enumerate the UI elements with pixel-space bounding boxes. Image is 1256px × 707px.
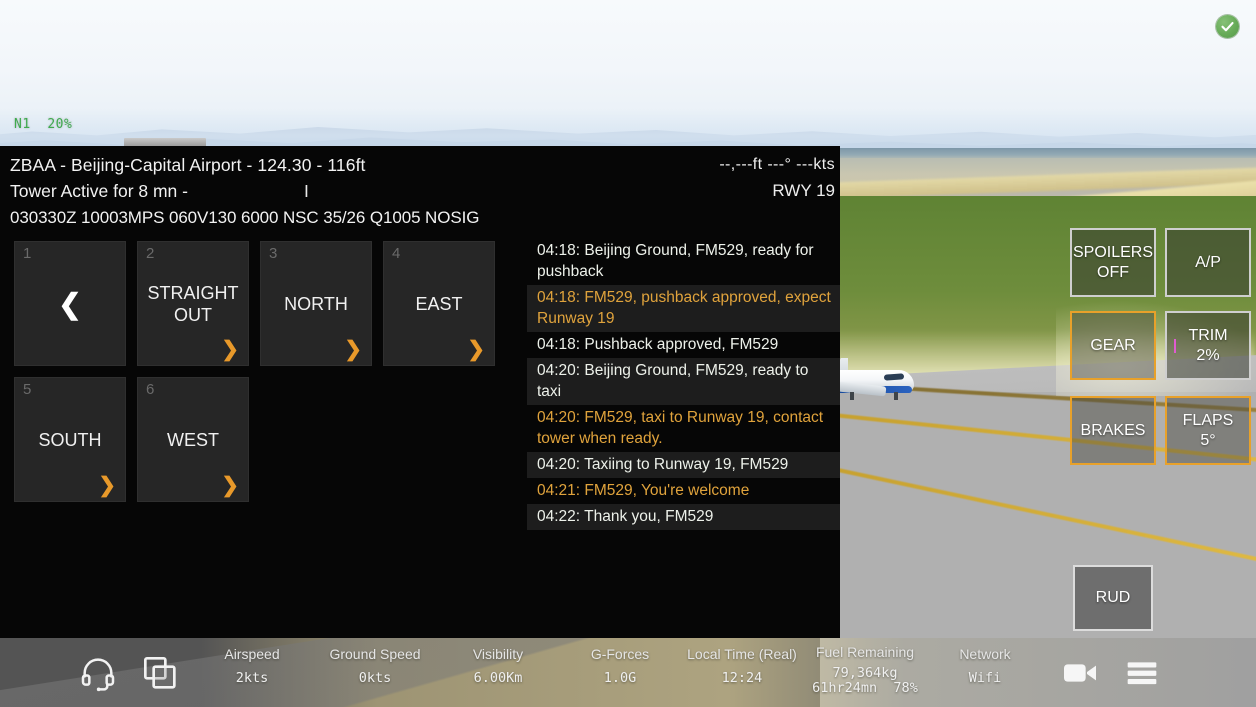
check-circle-icon[interactable] bbox=[1216, 15, 1239, 38]
flaps-button[interactable]: FLAPS 5° bbox=[1165, 396, 1251, 465]
aircraft-main-gear bbox=[850, 392, 854, 400]
atc-option-number: 4 bbox=[392, 245, 401, 262]
status-label-airspeed: Airspeed bbox=[224, 646, 280, 662]
n1-value: 20% bbox=[47, 117, 73, 132]
status-field-ground-speed: Ground Speed 0kts bbox=[308, 646, 442, 686]
status-label-local-time: Local Time (Real) bbox=[687, 646, 797, 662]
status-field-network: Network Wifi bbox=[930, 646, 1040, 686]
atc-option-number: 5 bbox=[23, 381, 32, 398]
atc-tower-status-text: Tower Active for 8 mn - bbox=[10, 181, 188, 201]
windows-copy-icon[interactable] bbox=[140, 653, 180, 693]
trim-value: 2% bbox=[1196, 346, 1220, 364]
chevron-right-icon: ❯ bbox=[467, 338, 485, 361]
atc-active-runway: RWY 19 bbox=[772, 181, 835, 200]
atc-message[interactable]: 04:22: Thank you, FM529 bbox=[527, 504, 840, 530]
atc-message[interactable]: 04:18: Beijing Ground, FM529, ready for … bbox=[527, 238, 840, 285]
status-field-local-time: Local Time (Real) 12:24 bbox=[676, 646, 808, 686]
status-label-ground-speed: Ground Speed bbox=[329, 646, 421, 662]
gear-button[interactable]: GEAR bbox=[1070, 311, 1156, 380]
chevron-right-icon: ❯ bbox=[344, 338, 362, 361]
status-value-ground-speed: 0kts bbox=[358, 670, 392, 686]
atc-panel: ZBAA - Beijing-Capital Airport - 124.30 … bbox=[0, 146, 840, 638]
status-label-visibility: Visibility bbox=[472, 646, 524, 662]
rudder-button[interactable]: RUD bbox=[1073, 565, 1153, 631]
aircraft bbox=[832, 358, 922, 406]
atc-option-5[interactable]: 5 SOUTH ❯ bbox=[14, 377, 126, 502]
n1-readout: N1 20% bbox=[14, 117, 72, 132]
atc-option-number: 6 bbox=[146, 381, 155, 398]
atc-option-3[interactable]: 3 NORTH ❯ bbox=[260, 241, 372, 366]
atc-airport-title: ZBAA - Beijing-Capital Airport - 124.30 … bbox=[10, 155, 366, 175]
chevron-right-icon: ❯ bbox=[221, 338, 239, 361]
atc-message[interactable]: 04:21: FM529, You're welcome bbox=[527, 478, 840, 504]
atc-altitude-heading-speed: --,---ft ---° ---kts bbox=[719, 156, 835, 173]
status-label-g-forces: G-Forces bbox=[590, 646, 650, 662]
spoilers-label-line1: SPOILERS bbox=[1072, 243, 1154, 261]
status-label-network: Network bbox=[959, 646, 1011, 662]
n1-label: N1 bbox=[14, 117, 31, 132]
status-value-fuel-remaining: 79,364kg 61hr24mn 78% bbox=[812, 665, 918, 696]
status-field-fuel-remaining: Fuel Remaining 79,364kg 61hr24mn 78% bbox=[806, 644, 924, 696]
chevron-right-icon: ❯ bbox=[98, 474, 116, 497]
brakes-label: BRAKES bbox=[1080, 421, 1146, 439]
atc-option-number: 1 bbox=[23, 245, 32, 262]
bottom-status-bar: Airspeed 2kts Ground Speed 0kts Visibili… bbox=[0, 638, 1256, 707]
atc-option-label: NORTH bbox=[284, 293, 348, 314]
atc-option-4[interactable]: 4 EAST ❯ bbox=[383, 241, 495, 366]
atc-header: ZBAA - Beijing-Capital Airport - 124.30 … bbox=[0, 146, 840, 232]
aircraft-nose-gear bbox=[894, 392, 898, 400]
atc-option-label: WEST bbox=[167, 429, 219, 450]
flight-sim-screen: N1 20% ZBAA - Beijing-Capital Airport - … bbox=[0, 0, 1256, 707]
atc-message[interactable]: 04:20: Beijing Ground, FM529, ready to t… bbox=[527, 358, 840, 405]
atc-option-2[interactable]: 2 STRAIGHT OUT ❯ bbox=[137, 241, 249, 366]
atc-message[interactable]: 04:18: FM529, pushback approved, expect … bbox=[527, 285, 840, 332]
status-value-visibility: 6.00Km bbox=[473, 670, 523, 686]
atc-message-log[interactable]: 04:18: Beijing Ground, FM529, ready for … bbox=[527, 238, 840, 530]
atc-option-6[interactable]: 6 WEST ❯ bbox=[137, 377, 249, 502]
status-label-fuel-remaining: Fuel Remaining bbox=[815, 644, 915, 660]
autopilot-label: A/P bbox=[1195, 253, 1221, 271]
atc-option-label: STRAIGHT OUT bbox=[147, 282, 239, 325]
atc-metar: 030330Z 10003MPS 060V130 6000 NSC 35/26 … bbox=[10, 208, 480, 227]
atc-option-number: 2 bbox=[146, 245, 155, 262]
status-field-g-forces: G-Forces 1.0G bbox=[566, 646, 674, 686]
atc-message[interactable]: 04:20: FM529, taxi to Runway 19, contact… bbox=[527, 405, 840, 452]
atc-readouts: --,---ft ---° ---kts RWY 19 bbox=[719, 154, 835, 202]
status-field-visibility: Visibility 6.00Km bbox=[440, 646, 556, 686]
status-value-g-forces: 1.0G bbox=[603, 670, 637, 686]
flaps-value: 5° bbox=[1200, 431, 1216, 449]
spoilers-label-line2: OFF bbox=[1097, 263, 1129, 281]
atc-message[interactable]: 04:18: Pushback approved, FM529 bbox=[527, 332, 840, 358]
gear-label: GEAR bbox=[1090, 336, 1136, 354]
flaps-label: FLAPS bbox=[1182, 411, 1234, 429]
trim-indicator-tick bbox=[1174, 338, 1176, 353]
chevron-left-icon: ❮ bbox=[58, 288, 82, 319]
status-value-local-time: 12:24 bbox=[721, 670, 763, 686]
rudder-label: RUD bbox=[1095, 589, 1131, 606]
atc-option-label: SOUTH bbox=[38, 429, 102, 450]
panel-drag-handle[interactable] bbox=[124, 138, 206, 146]
atc-message[interactable]: 04:20: Taxiing to Runway 19, FM529 bbox=[527, 452, 840, 478]
autopilot-button[interactable]: A/P bbox=[1165, 228, 1251, 297]
atc-tower-status: Tower Active for 8 mn - I bbox=[10, 180, 830, 202]
headset-icon[interactable] bbox=[78, 653, 118, 693]
text-cursor: I bbox=[303, 181, 309, 201]
atc-option-grid: 1 ❮ 2 STRAIGHT OUT ❯ 3 NORTH ❯ 4 EAST ❯ 5 SOUTH ❯ 6 WES… bbox=[14, 241, 514, 502]
atc-option-number: 3 bbox=[269, 245, 278, 262]
video-camera-icon[interactable] bbox=[1060, 653, 1100, 693]
chevron-right-icon: ❯ bbox=[221, 474, 239, 497]
trim-button[interactable]: TRIM 2% bbox=[1165, 311, 1251, 380]
status-value-network: Wifi bbox=[968, 670, 1002, 686]
trim-label: TRIM bbox=[1188, 326, 1228, 344]
status-field-airspeed: Airspeed 2kts bbox=[205, 646, 299, 686]
atc-option-label: EAST bbox=[415, 293, 463, 314]
status-value-airspeed: 2kts bbox=[235, 670, 269, 686]
hamburger-menu-icon[interactable] bbox=[1122, 653, 1162, 693]
atc-option-1[interactable]: 1 ❮ bbox=[14, 241, 126, 366]
brakes-button[interactable]: BRAKES bbox=[1070, 396, 1156, 465]
spoilers-button[interactable]: SPOILERS OFF bbox=[1070, 228, 1156, 297]
